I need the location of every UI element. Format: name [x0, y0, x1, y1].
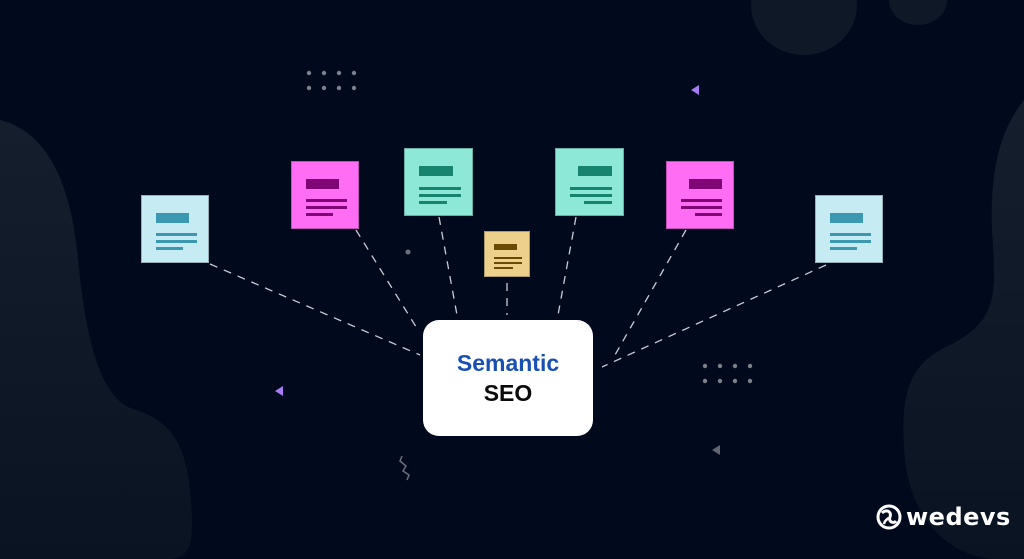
background-layer	[0, 0, 1024, 559]
semantic-seo-illustration: Semantic SEO wedevs	[0, 0, 1024, 559]
doc-text-line	[419, 186, 461, 190]
brand-name: wedevs	[906, 503, 1011, 531]
doc-text-line	[830, 240, 871, 243]
dot-grid-top	[336, 70, 342, 76]
zigzag-decoration	[399, 455, 410, 481]
brand-logo: wedevs	[876, 503, 1011, 531]
doc-title-block	[306, 179, 339, 189]
triangle-gray-right	[712, 445, 720, 455]
hub-title-line2: SEO	[483, 380, 533, 406]
doc-title-block	[830, 213, 863, 223]
doc-pink-right	[666, 161, 734, 229]
background-blob-right	[903, 100, 1024, 559]
triangle-purple-top	[691, 85, 699, 95]
doc-text-line	[494, 266, 513, 269]
wedevs-logo-icon	[876, 504, 902, 530]
background-circle-top-2	[889, 0, 947, 25]
background-blob-left	[0, 120, 193, 559]
doc-text-line	[830, 233, 871, 236]
doc-title-block	[689, 179, 722, 189]
doc-text-line	[156, 247, 183, 250]
dot-grid-top	[321, 70, 327, 76]
connector-line	[614, 229, 687, 356]
doc-text-line	[306, 213, 333, 216]
doc-title-block	[578, 166, 612, 177]
dot-grid-top	[321, 85, 327, 91]
doc-title-block	[494, 243, 517, 251]
dot-grid-top	[306, 85, 312, 91]
doc-title-block	[156, 213, 189, 223]
triangle-purple-left	[275, 386, 283, 396]
semantic-seo-box: Semantic SEO	[423, 320, 593, 436]
doc-title-block	[419, 166, 453, 177]
dot-single	[405, 249, 411, 255]
doc-text-line	[570, 186, 612, 190]
hub-title-line1: Semantic	[456, 350, 560, 376]
dot-grid-right	[702, 378, 708, 384]
doc-text-line	[156, 240, 197, 243]
doc-text-line	[156, 233, 197, 236]
doc-text-line	[695, 213, 722, 216]
connector-line	[355, 229, 419, 331]
doc-light-blue-left	[141, 195, 209, 263]
doc-text-line	[494, 261, 523, 264]
dot-grid-top	[351, 70, 357, 76]
dot-grid-right	[747, 378, 753, 384]
dot-grid-right	[732, 378, 738, 384]
doc-text-line	[419, 193, 461, 197]
dot-grid-right	[717, 378, 723, 384]
dot-grid-top	[336, 85, 342, 91]
background-circle-top-1	[751, 0, 857, 55]
connector-line	[438, 216, 458, 316]
doc-mint-right	[555, 148, 624, 216]
doc-pink-left	[291, 161, 359, 229]
connector-line	[209, 263, 421, 356]
dot-grid-right	[702, 363, 708, 369]
doc-text-line	[830, 247, 857, 250]
dot-grid-right	[747, 363, 753, 369]
dot-grid-right	[717, 363, 723, 369]
connector-line	[557, 216, 577, 316]
doc-text-line	[494, 257, 523, 260]
doc-text-line	[570, 193, 612, 197]
doc-text-line	[306, 206, 347, 209]
doc-text-line	[419, 200, 447, 204]
connector-line	[601, 264, 827, 368]
doc-text-line	[681, 206, 722, 209]
doc-mint-left	[404, 148, 473, 216]
doc-text-line	[681, 199, 722, 202]
dot-grid-right	[732, 363, 738, 369]
doc-light-blue-right	[815, 195, 883, 263]
dot-grid-top	[306, 70, 312, 76]
doc-text-line	[306, 199, 347, 202]
dot-grid-top	[351, 85, 357, 91]
doc-tan-center	[484, 231, 530, 277]
doc-text-line	[584, 200, 612, 204]
